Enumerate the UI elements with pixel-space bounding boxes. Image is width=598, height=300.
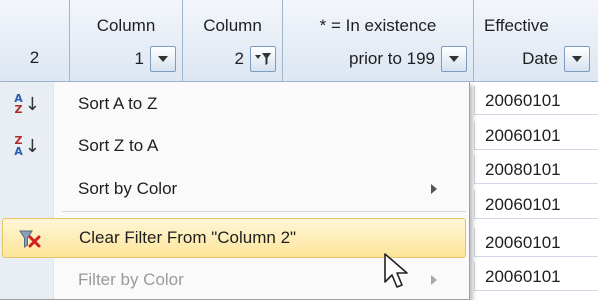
column-2-header: Column 2 (183, 0, 283, 82)
column-1-filter-button[interactable] (150, 46, 176, 72)
sort-a-to-z-label: Sort A to Z (78, 94, 158, 113)
column-2-title: Column (203, 16, 262, 35)
column-1-filter-area: 1 (135, 46, 176, 72)
sort-by-color-menu-item[interactable]: Sort by Color (0, 169, 468, 209)
dropdown-arrow-icon (572, 56, 582, 62)
clear-filter-label: Clear Filter From "Column 2" (79, 228, 297, 247)
table-cell[interactable]: 20060101 (474, 262, 598, 291)
row-number: 2 (29, 48, 40, 67)
filter-by-color-label: Filter by Color (78, 270, 184, 289)
sort-by-color-label: Sort by Color (78, 179, 178, 198)
submenu-arrow-icon (431, 184, 437, 194)
column-2-filter-area: 2 (235, 46, 276, 72)
submenu-arrow-icon (431, 275, 437, 285)
clear-filter-icon (11, 225, 49, 253)
dropdown-arrow-icon (158, 56, 168, 62)
filter-applied-icon (255, 53, 271, 65)
column-2-subtitle: 2 (234, 49, 244, 68)
dropdown-arrow-icon (449, 56, 459, 62)
column-4-title: Effective (484, 16, 549, 35)
column-1-header: Column 1 (70, 0, 183, 82)
header-row: 2 Column 1 Column 2 * = In existence pri… (0, 0, 598, 82)
column-3-subtitle: prior to 199 (349, 49, 435, 68)
table-cell[interactable]: 20060101 (474, 190, 598, 219)
column-3-filter-area: prior to 199 (349, 46, 467, 72)
mouse-pointer-icon (384, 253, 408, 288)
sort-z-to-a-menu-item[interactable]: Z A ↓ Sort Z to A (0, 126, 468, 166)
spreadsheet: 2 Column 1 Column 2 * = In existence pri… (0, 0, 598, 300)
column-4-header: Effective Date (474, 0, 598, 82)
sort-z-to-a-label: Sort Z to A (78, 136, 159, 155)
menu-separator (62, 211, 466, 212)
column-4-subtitle: Date (522, 49, 558, 68)
table-cell[interactable]: 20060101 (474, 228, 598, 257)
table-cell[interactable]: 20060101 (474, 121, 598, 150)
column-2-filter-button[interactable] (250, 46, 276, 72)
column-1-subtitle: 1 (134, 49, 144, 68)
sort-ascending-icon: A Z ↓ (14, 92, 40, 116)
sort-a-to-z-menu-item[interactable]: A Z ↓ Sort A to Z (0, 84, 468, 124)
column-3-header: * = In existence prior to 199 (283, 0, 474, 82)
row-header[interactable]: 2 (0, 0, 70, 82)
column-4-filter-area: Date (522, 46, 590, 72)
column-4-filter-button[interactable] (564, 46, 590, 72)
sort-descending-icon: Z A ↓ (14, 134, 40, 158)
column-3-filter-button[interactable] (441, 46, 467, 72)
table-cell[interactable]: 20060101 (474, 86, 598, 115)
column-3-title: * = In existence (319, 16, 437, 35)
column-1-title: Column (96, 16, 156, 35)
table-cell[interactable]: 20080101 (474, 155, 598, 184)
